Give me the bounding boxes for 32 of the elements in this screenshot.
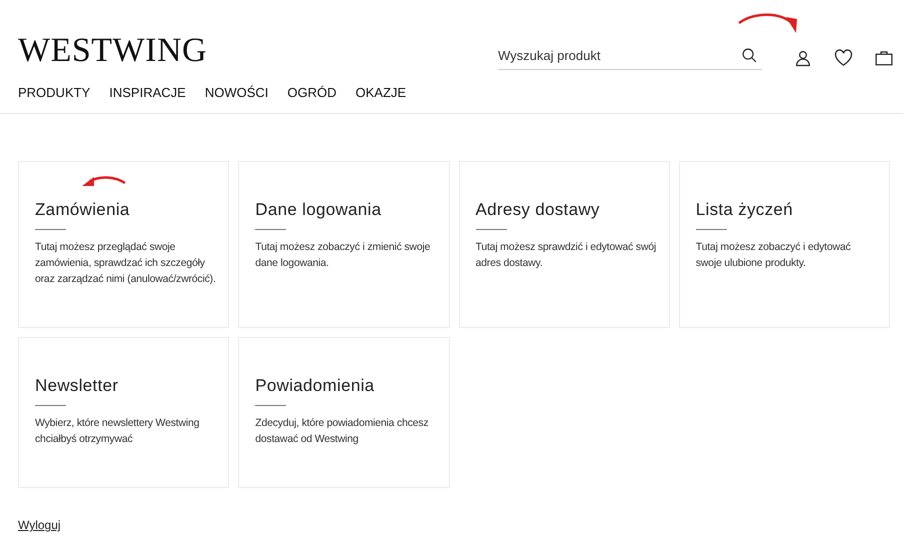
- account-card[interactable]: Lista życzeń Tutaj możesz zobaczyć i edytować swoje ulubione produkty.: [678, 161, 890, 328]
- logout-link[interactable]: Wyloguj: [18, 516, 61, 534]
- card-title: Powiadomienia: [255, 375, 376, 397]
- card-description: Tutaj możesz sprawdzić i edytować swój adres dostawy.: [476, 240, 657, 271]
- heart-icon[interactable]: [834, 48, 853, 67]
- nav-link[interactable]: OGRÓD: [287, 84, 336, 102]
- card-title: Adresy dostawy: [476, 199, 601, 221]
- card-description: Zdecyduj, które powiadomienia chcesz dostawać od Westwing: [255, 416, 430, 447]
- card-description: Tutaj możesz zobaczyć i edytować swoje ulubione produkty.: [696, 240, 852, 271]
- bag-icon[interactable]: [875, 50, 893, 66]
- card-title: Dane logowania: [255, 199, 382, 221]
- card-title: Zamówienia: [35, 199, 131, 221]
- card-title: Lista życzeń: [696, 199, 794, 221]
- nav-link[interactable]: NOWOŚCI: [204, 84, 268, 102]
- nav-link[interactable]: INSPIRACJE: [109, 84, 186, 102]
- account-card[interactable]: Adresy dostawy Tutaj możesz sprawdzić i edytować swój adres dostawy.: [458, 161, 670, 328]
- card-description: Tutaj możesz przeglądać swoje zamówienia, sprawdzać ich szczegóły oraz zarządzać nimi (anulować/zwrócić).: [35, 240, 216, 287]
- account-card[interactable]: Newsletter Wybierz, które newslettery Westwing chciałbyś otrzymywać: [18, 337, 230, 488]
- logo[interactable]: WESTWING: [18, 34, 208, 68]
- search-icon[interactable]: [741, 46, 758, 64]
- annotation-arrow: [82, 174, 126, 188]
- search-field[interactable]: Wyszukaj produkt: [498, 46, 741, 65]
- user-icon[interactable]: [794, 48, 812, 67]
- account-card[interactable]: Powiadomienia Zdecyduj, które powiadomienia chcesz dostawać od Westwing: [238, 337, 450, 488]
- nav-link[interactable]: PRODUKTY: [18, 84, 90, 102]
- search-bar[interactable]: Wyszukaj produkt: [498, 46, 762, 70]
- card-description: Wybierz, które newslettery Westwing chciałbyś otrzymywać: [35, 416, 200, 447]
- card-title: Newsletter: [35, 375, 120, 397]
- account-card[interactable]: Dane logowania Tutaj możesz zobaczyć i zmienić swoje dane logowania.: [238, 161, 450, 328]
- nav-link[interactable]: OKAZJE: [356, 84, 406, 102]
- account-card[interactable]: Zamówienia Tutaj możesz przeglądać swoje zamówienia, sprawdzać ich szczegóły oraz zarządzać nimi (anulować/zwrócić).: [18, 161, 230, 328]
- card-description: Tutaj możesz zobaczyć i zmienić swoje dane logowania.: [255, 240, 432, 271]
